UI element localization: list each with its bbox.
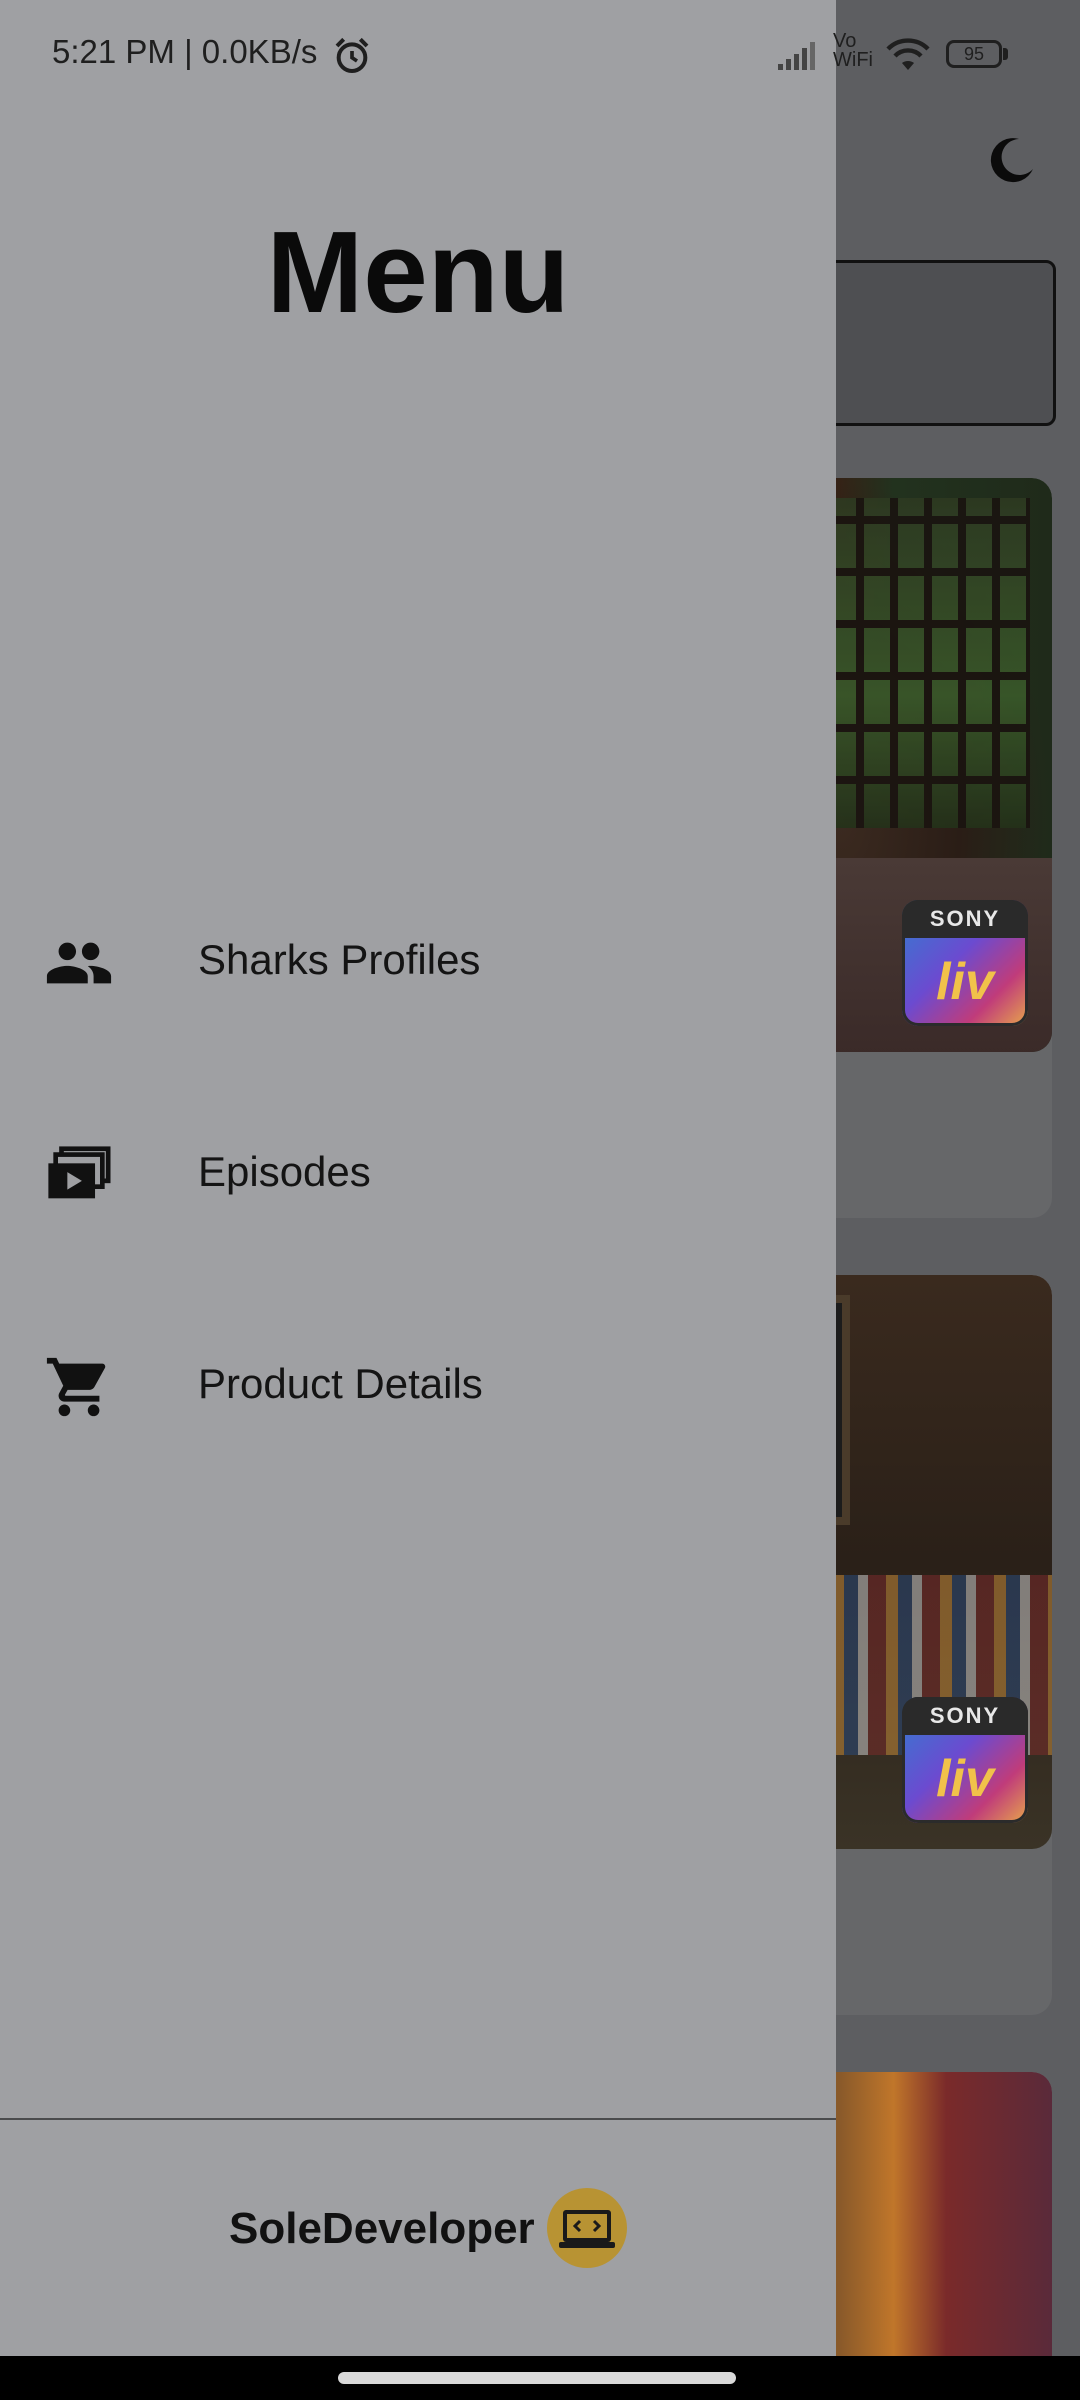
moon-icon[interactable] [985, 135, 1037, 187]
drawer-item-label: Product Details [198, 1360, 483, 1407]
liv-label: liv [936, 1750, 994, 1808]
drawer-item-label: Episodes [198, 1148, 371, 1195]
sony-liv-badge: SONY liv [902, 900, 1028, 1026]
screen: SONY liv gz SONY liv Menu [0, 0, 1080, 2400]
alarm-icon [335, 37, 369, 73]
signal-icon [778, 42, 815, 70]
thumbnail-window [830, 498, 1030, 828]
drawer-item-product-details[interactable]: Product Details [0, 1312, 836, 1462]
battery-level: 95 [946, 40, 1002, 68]
brand-logo-icon [559, 2210, 615, 2248]
drawer-item-episodes[interactable]: Episodes [0, 1100, 836, 1250]
navigation-bar [0, 2356, 1080, 2400]
vowifi-label: Vo WiFi [833, 30, 873, 71]
footer-brand-name: SoleDeveloper [229, 2204, 535, 2253]
navigation-drawer: Menu Sharks Profiles Episodes Product De… [0, 0, 836, 2400]
sony-label: SONY [902, 1697, 1028, 1735]
sony-label: SONY [902, 900, 1028, 938]
status-time-speed: 5:21 PM | 0.0KB/s [52, 33, 318, 70]
video-library-icon [48, 1146, 111, 1199]
battery-icon: 95 [946, 40, 1008, 70]
people-icon [46, 942, 112, 984]
brand-logo [547, 2188, 627, 2268]
home-gesture-handle[interactable] [338, 2372, 736, 2384]
battery-tip [1003, 48, 1008, 60]
drawer-item-label: Sharks Profiles [198, 936, 481, 983]
drawer-title: Menu [266, 207, 570, 337]
sony-liv-badge: SONY liv [902, 1697, 1028, 1823]
footer-divider [0, 2118, 836, 2120]
wifi-icon [886, 38, 930, 70]
status-bar: 5:21 PM | 0.0KB/s Vo WiFi 95 [0, 0, 1080, 110]
liv-label: liv [936, 953, 994, 1011]
cart-icon [46, 1357, 106, 1417]
drawer-item-sharks-profiles[interactable]: Sharks Profiles [0, 888, 836, 1038]
